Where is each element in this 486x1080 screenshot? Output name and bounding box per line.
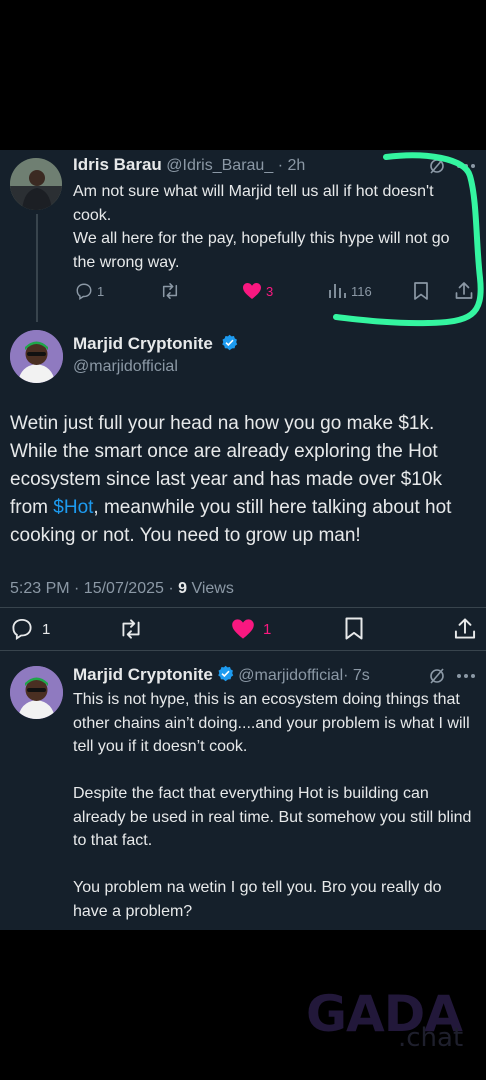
reply2-time[interactable]: · 7s — [343, 667, 370, 684]
main-author-name[interactable]: Marjid Cryptonite — [73, 334, 213, 353]
divider-top-actions — [0, 607, 486, 608]
reply1-time[interactable]: · 2h — [278, 157, 306, 174]
main-timestamp[interactable]: 5:23 PM · 15/07/2025 · — [10, 580, 178, 597]
thread-line — [36, 214, 38, 322]
reply2-author-name[interactable]: Marjid Cryptonite — [73, 665, 213, 684]
gada-watermark: GADA .chat — [300, 985, 486, 1055]
green-highlight-annotation — [333, 152, 484, 327]
avatar-marjid-reply[interactable] — [10, 666, 63, 719]
main-views-label: Views — [187, 580, 234, 597]
reply1-reply-count: 1 — [97, 284, 105, 299]
avatar-marjid[interactable] — [10, 330, 63, 383]
main-author-name-row: Marjid Cryptonite — [73, 334, 238, 354]
reply2-text: This is not hype, this is an ecosystem d… — [73, 691, 472, 920]
avatar-idris[interactable] — [10, 158, 62, 210]
grok-icon[interactable] — [428, 667, 446, 685]
like-icon-filled[interactable] — [231, 618, 255, 640]
share-icon[interactable] — [454, 617, 476, 640]
reply2-header: Marjid Cryptonite @marjidofficial· 7s — [73, 665, 370, 685]
bookmark-icon[interactable] — [344, 617, 364, 640]
main-like-count: 1 — [263, 621, 272, 638]
reply1-author-name[interactable]: Idris Barau — [73, 155, 162, 174]
reply2-author-handle[interactable]: @marjidofficial — [238, 667, 343, 684]
verified-badge-icon — [217, 665, 234, 682]
main-timestamp-row: 5:23 PM · 15/07/2025 · 9 Views — [10, 580, 234, 598]
divider-bottom-actions — [0, 650, 486, 651]
main-author-handle[interactable]: @marjidofficial — [73, 358, 178, 376]
verified-badge-icon — [221, 334, 238, 351]
more-options-icon[interactable] — [456, 673, 476, 679]
reply1-like-count: 3 — [266, 284, 274, 299]
main-reply-count: 1 — [42, 621, 51, 638]
reply-icon[interactable] — [75, 282, 93, 300]
main-views-count: 9 — [178, 580, 188, 597]
reply-icon[interactable] — [10, 617, 34, 640]
reply1-header: Idris Barau @Idris_Barau_ · 2h — [73, 155, 305, 175]
main-tweet-text: Wetin just full your head na how you go … — [10, 410, 480, 550]
repost-icon[interactable] — [118, 618, 144, 640]
like-icon-filled[interactable] — [242, 282, 262, 300]
watermark-suffix: .chat — [398, 1023, 464, 1053]
repost-icon[interactable] — [159, 282, 181, 300]
hot-cashtag-link[interactable]: $Hot — [53, 497, 93, 518]
reply1-author-handle[interactable]: @Idris_Barau_ — [166, 157, 273, 174]
